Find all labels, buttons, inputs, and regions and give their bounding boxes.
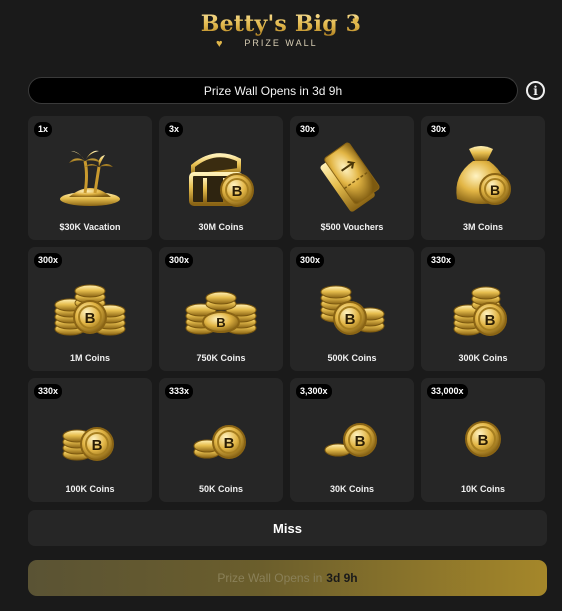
prize-tile[interactable]: 3,300x B 30K Coins <box>290 378 414 502</box>
coin-stack-icon: B <box>185 291 257 335</box>
prize-label: 3M Coins <box>462 222 503 232</box>
multiplier-badge: 1x <box>34 122 53 137</box>
prize-label: $500 Vouchers <box>320 222 384 232</box>
logo-subtitle: PRIZE WALL <box>244 38 318 48</box>
coin-pile-icon: B <box>62 427 114 461</box>
prize-tile[interactable]: 33,000x B 10K Coins <box>421 378 545 502</box>
prize-label: 300K Coins <box>458 353 508 363</box>
svg-text:B: B <box>85 310 96 327</box>
prize-label: 750K Coins <box>196 353 246 363</box>
prize-grid: 1x $30K Vacation 3x B 30M Coins 30x $500… <box>28 116 547 502</box>
treasure-chest-icon: B <box>189 153 254 207</box>
header: Betty's Big 3 PRIZE WALL ♥ ♥ <box>0 10 562 60</box>
prize-label: 500K Coins <box>327 353 377 363</box>
svg-text:B: B <box>216 315 225 330</box>
prize-tile[interactable]: 330x B 300K Coins <box>421 247 545 371</box>
multiplier-badge: 3,300x <box>296 384 332 399</box>
prize-tile[interactable]: 1x $30K Vacation <box>28 116 152 240</box>
prize-tile[interactable]: 30x B 3M Coins <box>421 116 545 240</box>
multiplier-badge: 33,000x <box>427 384 468 399</box>
prize-label: 10K Coins <box>460 484 505 494</box>
prize-label: 30K Coins <box>329 484 374 494</box>
coin-pair-icon: B <box>324 423 377 457</box>
heart-icon: ♥ <box>216 38 223 50</box>
miss-tile[interactable]: Miss <box>28 510 547 546</box>
prize-tile[interactable]: 300x B 500K Coins <box>290 247 414 371</box>
multiplier-badge: 300x <box>34 253 63 268</box>
logo-title: Betty's Big 3 <box>200 11 362 37</box>
multiplier-badge: 333x <box>165 384 194 399</box>
multiplier-badge: 300x <box>296 253 325 268</box>
open-prize-wall-button[interactable]: Prize Wall Opens in 3d 9h <box>28 560 547 596</box>
prize-label: 50K Coins <box>198 484 243 494</box>
prize-tile[interactable]: 30x $500 Vouchers <box>290 116 414 240</box>
prize-tile[interactable]: 333x B 50K Coins <box>159 378 283 502</box>
multiplier-badge: 30x <box>296 122 320 137</box>
svg-text:B: B <box>478 432 489 449</box>
countdown-text: Prize Wall Opens in 3d 9h <box>203 83 343 98</box>
svg-text:B: B <box>355 433 366 450</box>
svg-text:B: B <box>224 435 235 452</box>
multiplier-badge: 300x <box>165 253 194 268</box>
info-button[interactable]: i <box>526 81 545 100</box>
countdown-bar: Prize Wall Opens in 3d 9h <box>28 77 518 104</box>
multiplier-badge: 330x <box>427 253 456 268</box>
money-bag-icon: B <box>456 146 511 205</box>
cta-countdown: 3d 9h <box>326 571 358 585</box>
coin-stack-icon: B <box>320 285 385 335</box>
ticket-icon <box>320 142 380 212</box>
multiplier-badge: 3x <box>165 122 184 137</box>
prize-tile[interactable]: 300x B 1M Coins <box>28 247 152 371</box>
multiplier-badge: 330x <box>34 384 63 399</box>
coin-icon: B <box>465 421 501 457</box>
prize-tile[interactable]: 3x B 30M Coins <box>159 116 283 240</box>
coin-pile-icon: B <box>193 425 246 459</box>
coin-stack-icon: B <box>453 286 507 336</box>
multiplier-badge: 30x <box>427 122 451 137</box>
miss-label: Miss <box>273 520 302 536</box>
cta-prefix: Prize Wall Opens in <box>217 571 323 585</box>
prize-tile[interactable]: 330x B 100K Coins <box>28 378 152 502</box>
svg-text:B: B <box>232 183 243 200</box>
svg-text:B: B <box>92 437 103 454</box>
prize-label: 30M Coins <box>198 222 244 232</box>
info-icon: i <box>533 83 538 98</box>
prize-tile[interactable]: 300x B 750K Coins <box>159 247 283 371</box>
svg-text:B: B <box>345 311 356 328</box>
coin-stack-large-icon: B <box>54 284 126 336</box>
prize-label: $30K Vacation <box>59 222 121 232</box>
svg-text:B: B <box>490 182 500 198</box>
heart-icon: ♥ <box>352 14 360 28</box>
island-icon <box>60 150 120 206</box>
prize-label: 100K Coins <box>65 484 115 494</box>
prize-label: 1M Coins <box>69 353 110 363</box>
svg-text:B: B <box>485 312 496 329</box>
